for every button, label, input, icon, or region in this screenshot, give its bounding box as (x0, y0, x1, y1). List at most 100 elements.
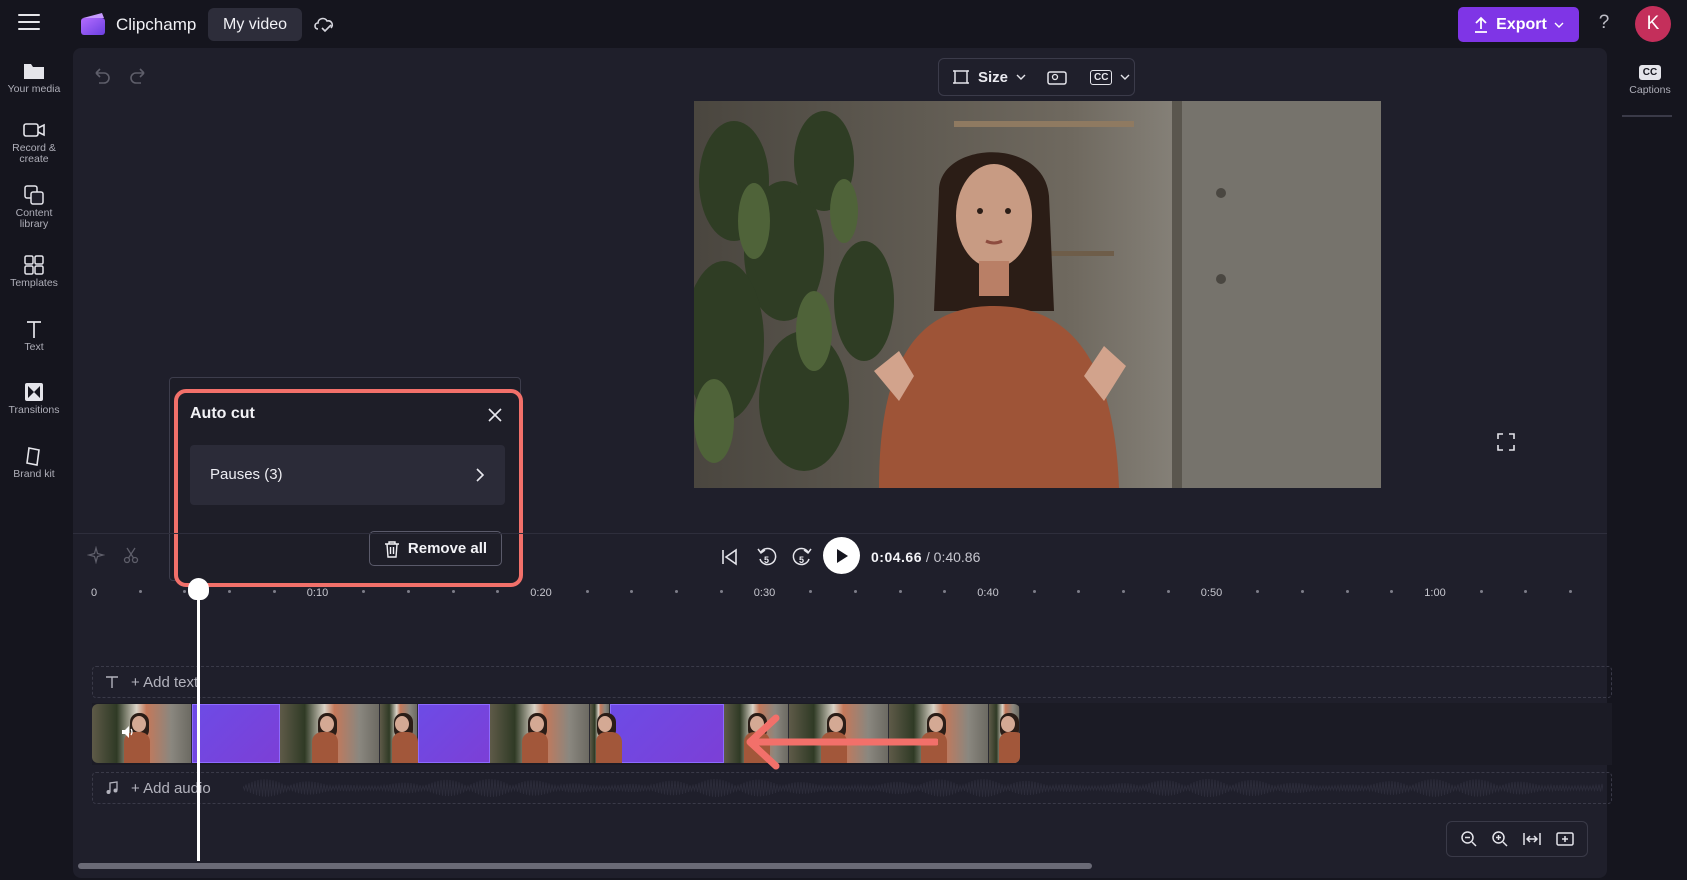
undo-icon[interactable] (90, 64, 112, 86)
add-text-label: + Add text (131, 674, 199, 691)
menu-icon[interactable] (18, 14, 40, 34)
fit-to-width-icon[interactable] (1522, 830, 1542, 848)
redo-icon[interactable] (128, 64, 150, 86)
brand-kit-icon (26, 447, 40, 466)
ruler-tick (1345, 590, 1349, 593)
folder-icon (24, 64, 44, 79)
ruler-tick (898, 590, 902, 593)
ruler-tick (1032, 590, 1036, 593)
sidebar-item-label: Text (24, 341, 44, 353)
volume-icon[interactable] (120, 724, 136, 740)
sidebar-item-label: Your media (7, 83, 61, 95)
text-track[interactable]: + Add text (92, 666, 1612, 698)
timeline-scrollbar[interactable] (78, 863, 1092, 869)
play-button[interactable] (823, 537, 860, 574)
upload-icon (1475, 16, 1488, 33)
ruler-label: 0:30 (753, 587, 776, 599)
zoom-out-icon[interactable] (1460, 830, 1478, 848)
skip-to-start-icon[interactable] (720, 547, 740, 567)
autocut-title: Auto cut (190, 405, 255, 422)
background-remove-icon[interactable] (1046, 68, 1068, 86)
rewind-seconds: 5 (764, 555, 770, 565)
ruler-tick (272, 590, 276, 593)
playhead[interactable] (197, 590, 200, 861)
chevron-down-icon (1016, 74, 1026, 80)
sidebar-item-your-media[interactable]: Your media (0, 60, 68, 95)
pause-segment (610, 704, 724, 763)
pauses-label: Pauses (3) (210, 466, 283, 483)
ruler-tick (406, 590, 410, 593)
audio-track[interactable]: + Add audio (92, 772, 1612, 804)
sidebar-item-brand-kit[interactable]: Brand kit (0, 445, 68, 480)
captions-button[interactable]: CC Captions (1622, 62, 1678, 96)
clip-thumbnail (92, 704, 192, 763)
ruler-tick (853, 590, 857, 593)
clipchamp-logo-icon (81, 13, 105, 35)
ruler-tick (1479, 590, 1483, 593)
sidebar-item-label: Transitions (8, 404, 60, 416)
pauses-row[interactable]: Pauses (3) (190, 445, 505, 505)
forward-5-button[interactable]: 5 (791, 545, 813, 569)
sidebar-item-label: Templates (10, 277, 58, 289)
sidebar-item-content-library[interactable]: Content library (0, 184, 68, 230)
video-preview[interactable] (694, 101, 1381, 488)
music-note-icon (106, 781, 118, 794)
autocut-panel: Auto cut Pauses (3) Remove all (174, 389, 523, 587)
camera-icon (23, 123, 45, 137)
captions-label: Captions (1629, 84, 1671, 96)
arrow-annotation-icon (746, 714, 938, 770)
captions-badge: CC (1638, 65, 1662, 80)
size-button[interactable]: Size (978, 69, 1008, 86)
clip-thumbnail (590, 704, 623, 763)
sidebar-item-templates[interactable]: Templates (0, 254, 68, 289)
resize-icon[interactable] (952, 68, 970, 86)
remove-all-button[interactable]: Remove all (369, 531, 502, 566)
project-title[interactable]: My video (208, 8, 303, 41)
forward-seconds: 5 (799, 555, 805, 565)
captions-toggle-button[interactable]: CC (1090, 69, 1113, 85)
ruler-tick (1166, 590, 1170, 593)
cloud-sync-icon[interactable] (312, 13, 336, 35)
ruler-label: 1:00 (1424, 587, 1446, 599)
chevron-down-icon (1554, 22, 1564, 28)
trash-icon (384, 540, 399, 558)
add-track-icon[interactable] (1555, 830, 1575, 848)
magic-sparkle-icon[interactable] (87, 546, 105, 564)
export-label: Export (1496, 15, 1547, 33)
clip-thumbnail (380, 704, 418, 763)
zoom-in-icon[interactable] (1491, 830, 1509, 848)
sidebar-item-label: Record & create (12, 142, 56, 165)
rewind-5-button[interactable]: 5 (756, 545, 778, 569)
zoom-controls (1446, 821, 1588, 857)
ruler-tick (1300, 590, 1304, 593)
help-icon[interactable]: ? (1593, 12, 1615, 36)
close-icon[interactable] (486, 406, 504, 424)
avatar[interactable]: K (1635, 6, 1671, 42)
audio-waveform (243, 778, 1603, 798)
clip-thumbnail (280, 704, 380, 763)
top-bar: Clipchamp My video Export ? K (0, 0, 1687, 48)
templates-icon (24, 255, 44, 275)
sidebar-item-text[interactable]: Text (0, 318, 68, 353)
app-name: Clipchamp (116, 15, 197, 34)
ruler-tick (451, 590, 455, 593)
total-time: / 0:40.86 (925, 549, 981, 565)
sidebar-item-record-create[interactable]: Record & create (0, 119, 68, 165)
playhead-handle[interactable] (188, 578, 209, 600)
chevron-down-icon (1120, 74, 1130, 80)
sidebar-item-transitions[interactable]: Transitions (0, 381, 68, 416)
scissors-icon[interactable] (122, 546, 140, 564)
text-icon (106, 676, 118, 688)
pause-segment (192, 704, 280, 763)
clip-thumbnail (490, 704, 590, 763)
right-panel: CC Captions (1612, 48, 1687, 880)
sidebar-item-label: Brand kit (13, 468, 55, 480)
fullscreen-icon[interactable] (1496, 432, 1516, 452)
sidebar-item-label: Content library (15, 207, 53, 230)
export-button[interactable]: Export (1458, 7, 1579, 42)
transitions-icon (25, 383, 43, 401)
play-icon (836, 548, 848, 563)
ruler-tick (138, 590, 142, 593)
ruler-tick (585, 590, 589, 593)
ruler-label: 0:10 (306, 587, 329, 599)
